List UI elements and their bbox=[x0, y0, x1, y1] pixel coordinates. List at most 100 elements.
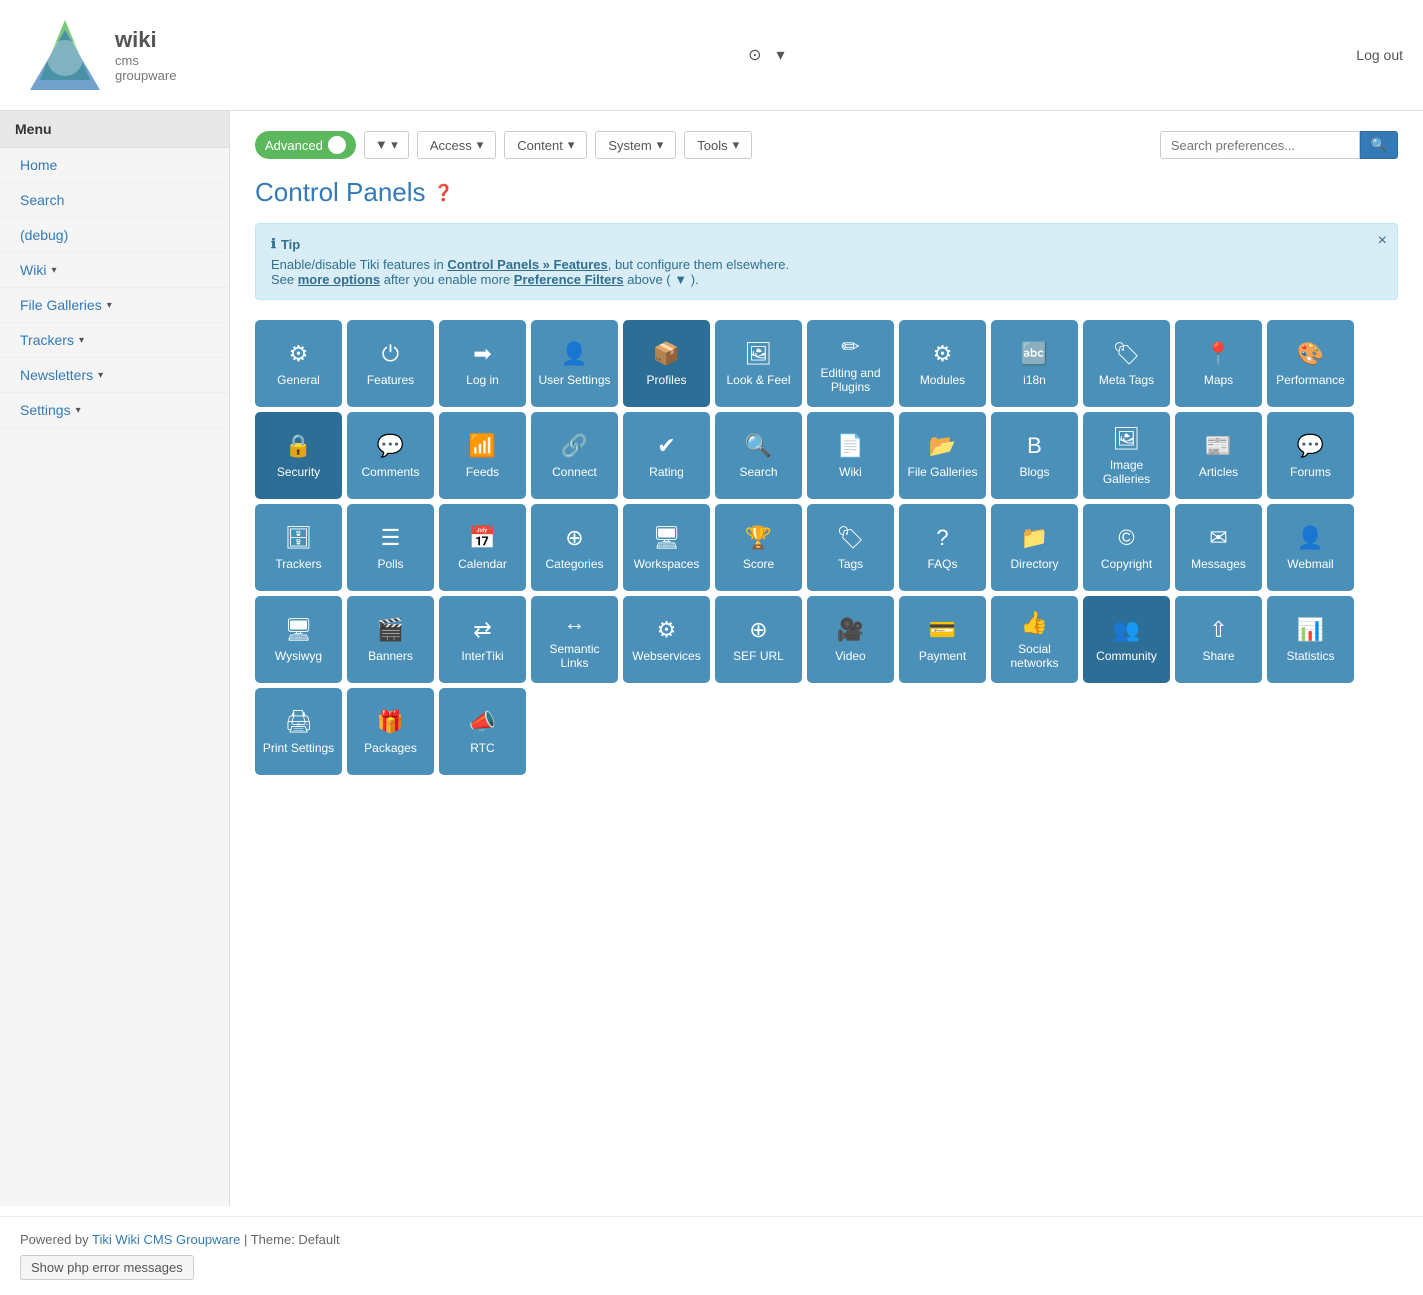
panel-item-sef-url[interactable]: ⊕SEF URL bbox=[715, 596, 802, 683]
panel-icon: 📄 bbox=[837, 433, 864, 459]
tools-dropdown[interactable]: Tools ▾ bbox=[684, 131, 752, 159]
panel-item-i18n[interactable]: 🔤i18n bbox=[991, 320, 1078, 407]
sidebar-item-wiki[interactable]: Wiki ▾ bbox=[0, 253, 229, 288]
panel-item-feeds[interactable]: 📶Feeds bbox=[439, 412, 526, 499]
panel-item-maps[interactable]: 📍Maps bbox=[1175, 320, 1262, 407]
panel-item-payment[interactable]: 💳Payment bbox=[899, 596, 986, 683]
panel-item-intertiki[interactable]: ⇄InterTiki bbox=[439, 596, 526, 683]
system-arrow-icon: ▾ bbox=[657, 137, 664, 153]
panel-item-user-settings[interactable]: 👤User Settings bbox=[531, 320, 618, 407]
logout-button[interactable]: Log out bbox=[1356, 47, 1403, 63]
tip-close-button[interactable]: × bbox=[1378, 232, 1387, 250]
header: wiki cms groupware ⊙ ▾ Log out bbox=[0, 0, 1423, 111]
panel-label: Blogs bbox=[1019, 465, 1049, 479]
panel-icon: 🗄 bbox=[285, 525, 313, 551]
panel-item-social-networks[interactable]: 👍Social networks bbox=[991, 596, 1078, 683]
panel-icon: ✏ bbox=[841, 334, 859, 360]
panel-item-connect[interactable]: 🔗Connect bbox=[531, 412, 618, 499]
panel-item-meta-tags[interactable]: 🏷Meta Tags bbox=[1083, 320, 1170, 407]
sidebar-item-debug[interactable]: (debug) bbox=[0, 218, 229, 253]
sidebar-item-home[interactable]: Home bbox=[0, 148, 229, 183]
content-dropdown[interactable]: Content ▾ bbox=[504, 131, 587, 159]
tip-link-preference-filters[interactable]: Preference Filters bbox=[514, 272, 624, 287]
panel-icon: 👤 bbox=[1297, 525, 1324, 551]
panel-item-modules[interactable]: ⚙Modules bbox=[899, 320, 986, 407]
panel-item-look--feel[interactable]: 🖼Look & Feel bbox=[715, 320, 802, 407]
panel-item-image-galleries[interactable]: 🖼Image Galleries bbox=[1083, 412, 1170, 499]
panel-item-articles[interactable]: 📰Articles bbox=[1175, 412, 1262, 499]
panel-item-editing-and-plugins[interactable]: ✏Editing and Plugins bbox=[807, 320, 894, 407]
tiki-link[interactable]: Tiki Wiki CMS Groupware bbox=[92, 1232, 240, 1247]
panel-label: Connect bbox=[552, 465, 597, 479]
panel-item-rating[interactable]: ✔Rating bbox=[623, 412, 710, 499]
panel-item-forums[interactable]: 💬Forums bbox=[1267, 412, 1354, 499]
tip-link-more-options[interactable]: more options bbox=[298, 272, 380, 287]
main-layout: Menu Home Search (debug) Wiki ▾ File Gal… bbox=[0, 111, 1423, 1206]
sidebar-item-file-galleries[interactable]: File Galleries ▾ bbox=[0, 288, 229, 323]
panel-label: File Galleries bbox=[907, 465, 977, 479]
filter-button[interactable]: ▼ ▾ bbox=[364, 131, 409, 159]
access-dropdown[interactable]: Access ▾ bbox=[417, 131, 496, 159]
panel-item-calendar[interactable]: 📅Calendar bbox=[439, 504, 526, 591]
panel-item-copyright[interactable]: ©Copyright bbox=[1083, 504, 1170, 591]
panel-item-print-settings[interactable]: 🖨Print Settings bbox=[255, 688, 342, 775]
tiki-logo-icon bbox=[20, 10, 110, 100]
panel-item-search[interactable]: 🔍Search bbox=[715, 412, 802, 499]
panel-item-packages[interactable]: 🎁Packages bbox=[347, 688, 434, 775]
panel-item-general[interactable]: ⚙General bbox=[255, 320, 342, 407]
panel-label: Feeds bbox=[466, 465, 499, 479]
panel-item-security[interactable]: 🔒Security bbox=[255, 412, 342, 499]
panel-item-rtc[interactable]: 📣RTC bbox=[439, 688, 526, 775]
sidebar-item-newsletters[interactable]: Newsletters ▾ bbox=[0, 358, 229, 393]
panel-item-webservices[interactable]: ⚙Webservices bbox=[623, 596, 710, 683]
panel-item-trackers[interactable]: 🗄Trackers bbox=[255, 504, 342, 591]
search-preferences-input[interactable] bbox=[1160, 131, 1360, 159]
sidebar-item-settings[interactable]: Settings ▾ bbox=[0, 393, 229, 428]
panel-icon: 🎨 bbox=[1297, 341, 1324, 367]
tip-title: ℹ Tip bbox=[271, 236, 1382, 252]
advanced-toggle[interactable]: Advanced bbox=[255, 131, 356, 159]
show-errors-button[interactable]: Show php error messages bbox=[20, 1255, 194, 1280]
panel-item-score[interactable]: 🏆Score bbox=[715, 504, 802, 591]
panel-item-statistics[interactable]: 📊Statistics bbox=[1267, 596, 1354, 683]
panel-item-file-galleries[interactable]: 📂File Galleries bbox=[899, 412, 986, 499]
panel-icon: 🎥 bbox=[837, 617, 864, 643]
panel-item-wiki[interactable]: 📄Wiki bbox=[807, 412, 894, 499]
panel-icon: ? bbox=[936, 525, 948, 551]
panel-label: Social networks bbox=[996, 642, 1073, 670]
panel-item-performance[interactable]: 🎨Performance bbox=[1267, 320, 1354, 407]
sidebar-item-trackers[interactable]: Trackers ▾ bbox=[0, 323, 229, 358]
panel-item-profiles[interactable]: 📦Profiles bbox=[623, 320, 710, 407]
chevron-down-icon[interactable]: ▾ bbox=[777, 45, 785, 65]
panel-item-webmail[interactable]: 👤Webmail bbox=[1267, 504, 1354, 591]
tip-link-control-panels[interactable]: Control Panels » Features bbox=[447, 257, 607, 272]
circle-icon[interactable]: ⊙ bbox=[748, 45, 761, 65]
panel-item-wysiwyg[interactable]: 🖥Wysiwyg bbox=[255, 596, 342, 683]
panel-item-banners[interactable]: 🎬Banners bbox=[347, 596, 434, 683]
panel-icon: 📍 bbox=[1205, 341, 1232, 367]
panel-label: Semantic Links bbox=[536, 642, 613, 670]
sidebar-item-search[interactable]: Search bbox=[0, 183, 229, 218]
system-dropdown[interactable]: System ▾ bbox=[595, 131, 676, 159]
search-preferences-button[interactable]: 🔍 bbox=[1360, 131, 1398, 159]
panel-item-log-in[interactable]: ➡Log in bbox=[439, 320, 526, 407]
panel-item-community[interactable]: 👥Community bbox=[1083, 596, 1170, 683]
panel-icon: ✔ bbox=[657, 433, 675, 459]
newsletters-arrow-icon: ▾ bbox=[98, 370, 103, 381]
panel-item-video[interactable]: 🎥Video bbox=[807, 596, 894, 683]
panel-label: Articles bbox=[1199, 465, 1238, 479]
panel-item-messages[interactable]: ✉Messages bbox=[1175, 504, 1262, 591]
panel-item-tags[interactable]: 🏷Tags bbox=[807, 504, 894, 591]
panel-item-share[interactable]: ⇧Share bbox=[1175, 596, 1262, 683]
panel-item-semantic-links[interactable]: ↔Semantic Links bbox=[531, 596, 618, 683]
panel-item-features[interactable]: ⏻Features bbox=[347, 320, 434, 407]
panel-item-blogs[interactable]: BBlogs bbox=[991, 412, 1078, 499]
logo-text: wiki cms groupware bbox=[115, 27, 176, 83]
panel-item-categories[interactable]: ⊕Categories bbox=[531, 504, 618, 591]
panel-item-comments[interactable]: 💬Comments bbox=[347, 412, 434, 499]
panel-item-faqs[interactable]: ?FAQs bbox=[899, 504, 986, 591]
panel-item-directory[interactable]: 📁Directory bbox=[991, 504, 1078, 591]
help-icon[interactable]: ❓ bbox=[434, 183, 454, 203]
panel-item-workspaces[interactable]: 🖥Workspaces bbox=[623, 504, 710, 591]
panel-item-polls[interactable]: ☰Polls bbox=[347, 504, 434, 591]
